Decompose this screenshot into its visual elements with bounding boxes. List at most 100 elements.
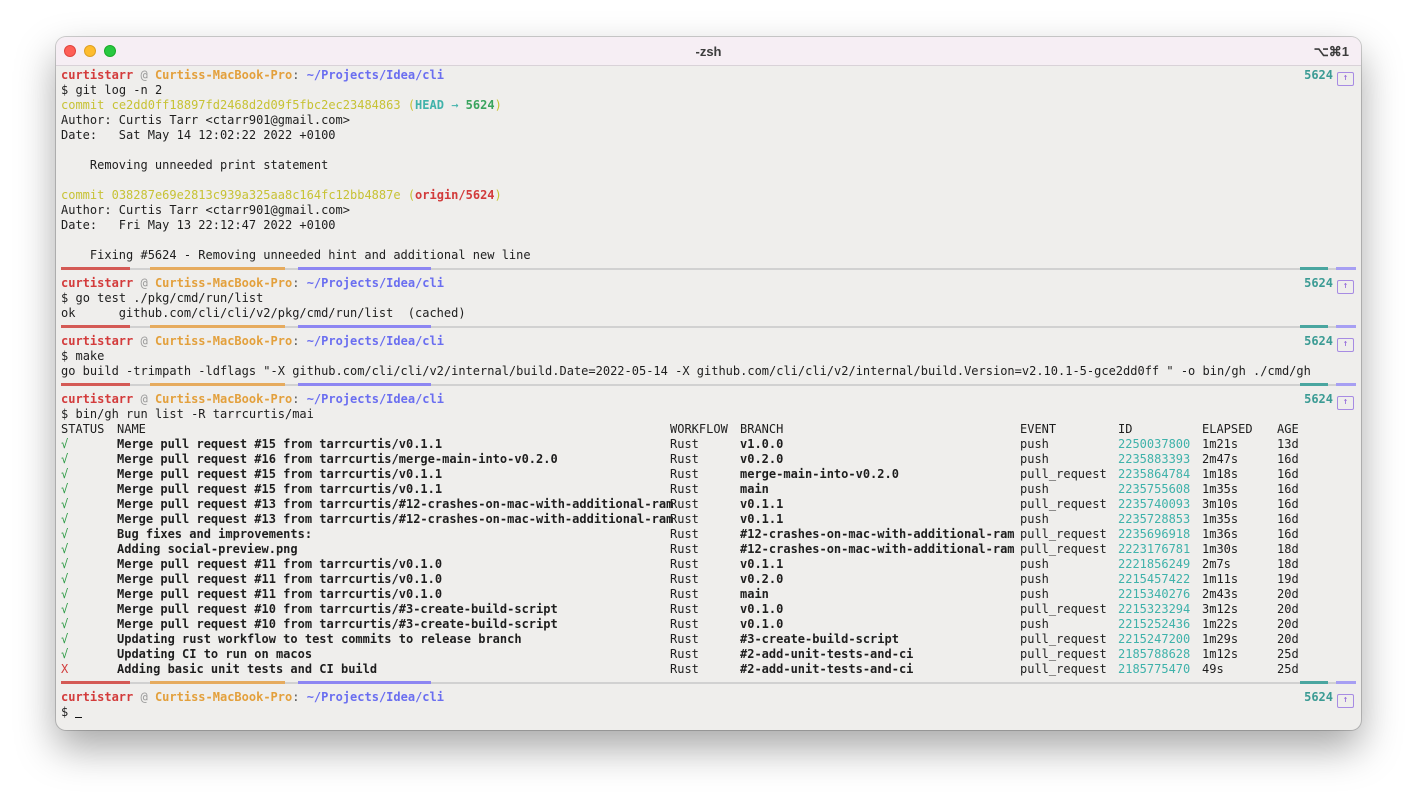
run-branch: v0.2.0 — [740, 452, 784, 466]
run-event: pull_request — [1020, 497, 1107, 511]
head-arrow: → — [451, 98, 459, 112]
ref-close: ) — [494, 188, 502, 202]
separator-segment — [150, 267, 285, 270]
table-row: √ Merge pull request #10 from tarrcurtis/… — [61, 602, 1356, 617]
separator-segment — [1336, 325, 1356, 328]
separator-segment — [150, 325, 285, 328]
run-elapsed: 2m7s — [1202, 557, 1231, 571]
run-workflow: Rust — [670, 602, 699, 616]
run-elapsed: 1m11s — [1202, 572, 1239, 586]
run-id[interactable]: 2185788628 — [1118, 647, 1190, 662]
command-text: bin/gh run list -R tarrcurtis/mai — [75, 407, 314, 421]
run-age: 18d — [1277, 542, 1299, 556]
run-id[interactable]: 2235728853 — [1118, 512, 1190, 527]
run-id[interactable]: 2250037800 — [1118, 437, 1190, 452]
run-workflow: Rust — [670, 617, 699, 631]
run-id[interactable]: 2215457422 — [1118, 572, 1190, 587]
separator-segment — [1300, 267, 1328, 270]
build-output: go build -trimpath -ldflags "-X github.c… — [61, 364, 1356, 379]
run-elapsed: 1m36s — [1202, 527, 1239, 541]
separator-segment — [150, 383, 285, 386]
run-status: √ — [61, 632, 69, 646]
run-branch: merge-main-into-v0.2.0 — [740, 467, 899, 481]
run-branch: v0.1.0 — [740, 602, 784, 616]
command-line: $ go test ./pkg/cmd/run/list — [61, 291, 1356, 306]
run-event: push — [1020, 617, 1049, 631]
run-name: Adding social-preview.png — [117, 542, 298, 556]
run-name: Merge pull request #11 from tarrcurtis/v… — [117, 557, 443, 571]
prompt-separator — [61, 267, 1356, 270]
run-id[interactable]: 2215323294 — [1118, 602, 1190, 617]
run-elapsed: 1m12s — [1202, 647, 1239, 661]
prompt-line: curtistarr @ Curtiss-MacBook-Pro: ~/Proj… — [61, 334, 1356, 352]
run-event: push — [1020, 452, 1049, 466]
run-id[interactable]: 2235883393 — [1118, 452, 1190, 467]
separator-segment — [298, 681, 431, 684]
run-workflow: Rust — [670, 497, 699, 511]
column-header: ELAPSED — [1202, 422, 1253, 436]
run-age: 16d — [1277, 467, 1299, 481]
table-row: √ Merge pull request #15 from tarrcurtis/… — [61, 467, 1356, 482]
run-elapsed: 1m18s — [1202, 467, 1239, 481]
run-workflow: Rust — [670, 482, 699, 496]
prompt-branch: 5624 — [1304, 334, 1333, 348]
test-output: ok github.com/cli/cli/v2/pkg/cmd/run/lis… — [61, 306, 1356, 321]
run-status: √ — [61, 587, 69, 601]
run-status: √ — [61, 542, 69, 556]
run-id[interactable]: 2223176781 — [1118, 542, 1190, 557]
run-id[interactable]: 2235864784 — [1118, 467, 1190, 482]
run-id[interactable]: 2235755608 — [1118, 482, 1190, 497]
commit-message: Fixing #5624 - Removing unneeded hint an… — [61, 248, 531, 262]
terminal-content[interactable]: curtistarr @ Curtiss-MacBook-Pro: ~/Proj… — [61, 68, 1356, 720]
column-header: WORKFLOW — [670, 422, 728, 436]
run-id[interactable]: 2235740093 — [1118, 497, 1190, 512]
command-text: make — [75, 349, 105, 363]
prompt-at: @ — [140, 276, 148, 290]
prompt-at: @ — [140, 68, 148, 82]
commit-message: Removing unneeded print statement — [61, 158, 329, 172]
table-header: STATUS NAME WORKFLOW BRANCH EVENT ID ELAPSED AG… — [61, 422, 1356, 437]
run-id[interactable]: 2221856249 — [1118, 557, 1190, 572]
run-event: push — [1020, 557, 1049, 571]
run-branch: v0.1.1 — [740, 557, 784, 571]
run-age: 19d — [1277, 572, 1299, 586]
run-name: Merge pull request #11 from tarrcurtis/v… — [117, 587, 443, 601]
commit-author: Author: Curtis Tarr <ctarr901@gmail.com> — [61, 203, 350, 217]
table-row: √ Merge pull request #11 from tarrcurtis/… — [61, 587, 1356, 602]
separator-segment — [150, 681, 285, 684]
run-workflow: Rust — [670, 527, 699, 541]
run-workflow: Rust — [670, 572, 699, 586]
column-header: ID — [1118, 422, 1133, 436]
column-header: STATUS — [61, 422, 105, 436]
commit-line: commit ce2dd0ff18897fd2468d2d09f5fbc2ec2… — [61, 98, 1356, 113]
column-header: EVENT — [1020, 422, 1057, 436]
run-name: Updating rust workflow to test commits t… — [117, 632, 522, 646]
run-id[interactable]: 2215340276 — [1118, 587, 1190, 602]
run-id[interactable]: 2215247200 — [1118, 632, 1190, 647]
run-age: 20d — [1277, 617, 1299, 631]
run-status: √ — [61, 497, 69, 511]
commit-date: Date: Fri May 13 22:12:47 2022 +0100 — [61, 218, 1356, 233]
run-id[interactable]: 2185775470 — [1118, 662, 1190, 677]
prompt-line: curtistarr @ Curtiss-MacBook-Pro: ~/Proj… — [61, 68, 1356, 86]
run-workflow: Rust — [670, 557, 699, 571]
table-row: √ Bug fixes and improvements: Rust #12-cras… — [61, 527, 1356, 542]
run-age: 16d — [1277, 482, 1299, 496]
run-workflow: Rust — [670, 542, 699, 556]
run-name: Updating CI to run on macos — [117, 647, 313, 661]
run-name: Merge pull request #13 from tarrcurtis/#… — [117, 512, 674, 526]
run-id[interactable]: 2235696918 — [1118, 527, 1190, 542]
run-status: √ — [61, 617, 69, 631]
run-name: Bug fixes and improvements: — [117, 527, 313, 541]
prompt-user: curtistarr — [61, 690, 134, 704]
run-branch: v0.1.1 — [740, 497, 784, 511]
run-elapsed: 1m22s — [1202, 617, 1239, 631]
prompt-at: @ — [140, 334, 148, 348]
run-id[interactable]: 2215252436 — [1118, 617, 1190, 632]
run-workflow: Rust — [670, 512, 699, 526]
run-workflow: Rust — [670, 467, 699, 481]
run-name: Merge pull request #10 from tarrcurtis/#… — [117, 617, 558, 631]
ref-open: ( — [407, 188, 416, 202]
run-event: pull_request — [1020, 542, 1107, 556]
branch-ref: 5624 — [465, 98, 495, 112]
